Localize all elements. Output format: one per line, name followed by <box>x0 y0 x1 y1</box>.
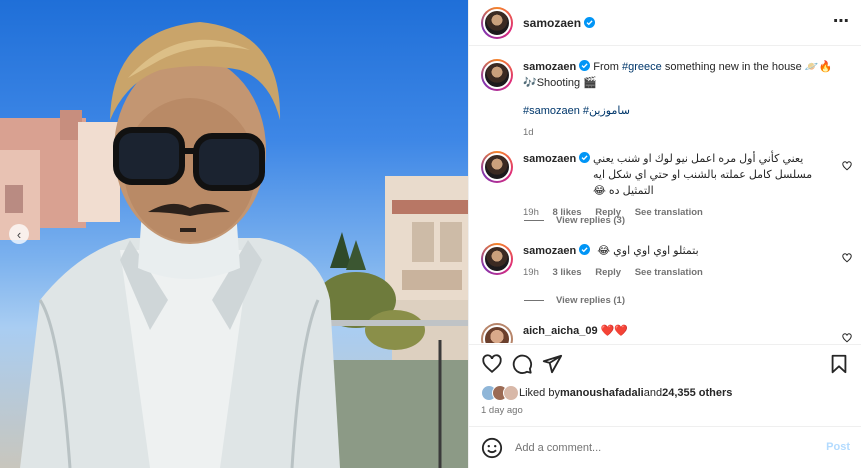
like-comment-heart-icon[interactable] <box>842 161 852 171</box>
caption-text: From <box>593 61 622 73</box>
see-translation-button[interactable]: See translation <box>635 267 703 278</box>
comment-time: 19h <box>523 267 539 278</box>
comment-meta: 19h 3 likes Reply See translation <box>523 265 823 281</box>
caption: samozaen From #greece something new in t… <box>481 59 841 141</box>
hashtag-greece[interactable]: #greece <box>622 61 662 73</box>
caption-avatar[interactable] <box>481 59 513 91</box>
previous-image-button[interactable]: ‹ <box>9 224 29 244</box>
share-paper-plane-icon[interactable] <box>541 353 563 375</box>
view-replies-button[interactable]: View replies (1) <box>524 295 625 306</box>
comment-body: aich_aicha_09 ❤️❤️ <box>523 323 841 343</box>
liked-by-prefix: Liked by <box>519 387 560 399</box>
post-details-panel: samozaen ⋯ samozaen From #greece somethi… <box>468 0 861 468</box>
post-actions: Liked by manoushafadali and 24,355 other… <box>469 344 861 424</box>
like-comment-heart-icon[interactable] <box>842 333 852 343</box>
like-heart-icon[interactable] <box>481 353 503 375</box>
post-time-ago[interactable]: 1 day ago <box>481 405 523 416</box>
comment-text: بتمثلو اوي اوي اوي 😂 <box>597 245 699 257</box>
save-bookmark-icon[interactable] <box>828 353 850 375</box>
post-dialog: ‹ samozaen ⋯ samozaen From #greece somet… <box>0 0 861 468</box>
comment-body: samozaen يعني كأني أول مره اعمل نيو لوك … <box>523 151 823 221</box>
verified-badge-icon <box>579 244 591 255</box>
likes-count[interactable]: 24,355 others <box>662 387 732 399</box>
post-comment-button[interactable]: Post <box>826 441 850 453</box>
verified-badge-icon <box>584 17 596 28</box>
comment-3: aich_aicha_09 ❤️❤️ <box>481 323 841 343</box>
comment-avatar[interactable] <box>481 243 513 275</box>
see-translation-button[interactable]: See translation <box>635 207 703 218</box>
verified-badge-icon <box>579 152 591 163</box>
comment-likes[interactable]: 3 likes <box>553 267 582 278</box>
view-replies-button[interactable]: View replies (3) <box>524 215 625 226</box>
emoji-picker-icon[interactable] <box>481 437 503 459</box>
comment-avatar[interactable] <box>481 323 513 343</box>
add-comment-input[interactable] <box>515 441 815 454</box>
comment-1: samozaen يعني كأني أول مره اعمل نيو لوك … <box>481 151 823 221</box>
liked-by-middle: and <box>643 387 663 399</box>
comment-2: samozaen بتمثلو اوي اوي اوي 😂 19h 3 like… <box>481 243 823 281</box>
verified-badge-icon <box>579 60 591 71</box>
comments-list[interactable]: samozaen From #greece something new in t… <box>469 47 861 343</box>
likes-summary[interactable]: Liked by manoushafadali and 24,355 other… <box>481 385 732 401</box>
photo-illustration <box>0 22 468 468</box>
caption-time: 1d <box>523 127 534 138</box>
caption-text-cont: something new in the house 🪐🔥 <box>661 61 833 73</box>
post-header: samozaen ⋯ <box>469 0 861 46</box>
author-avatar[interactable] <box>481 6 513 39</box>
comment-username[interactable]: samozaen <box>523 245 576 257</box>
like-comment-heart-icon[interactable] <box>842 253 852 263</box>
liker-avatars <box>481 385 519 401</box>
author-username[interactable]: samozaen <box>523 16 581 30</box>
comment-bubble-icon[interactable] <box>511 353 533 375</box>
add-comment-bar: Post <box>469 426 861 468</box>
caption-hashtags[interactable]: #samozaen #ساموزين <box>523 103 841 119</box>
caption-text-block: samozaen From #greece something new in t… <box>523 59 841 141</box>
comment-body: samozaen بتمثلو اوي اوي اوي 😂 19h 3 like… <box>523 243 823 281</box>
reply-button[interactable]: Reply <box>595 267 621 278</box>
liked-by-user[interactable]: manoushafadali <box>560 387 644 399</box>
chevron-left-icon: ‹ <box>16 226 22 242</box>
more-options-button[interactable]: ⋯ <box>833 12 850 32</box>
caption-username[interactable]: samozaen <box>523 61 576 73</box>
comment-avatar[interactable] <box>481 151 513 183</box>
comment-username[interactable]: samozaen <box>523 153 576 165</box>
comment-text: ❤️❤️ <box>600 325 629 337</box>
caption-line2: 🎶Shooting 🎬 <box>523 77 597 89</box>
post-photo[interactable]: ‹ <box>0 0 468 468</box>
comment-username[interactable]: aich_aicha_09 <box>523 325 598 337</box>
